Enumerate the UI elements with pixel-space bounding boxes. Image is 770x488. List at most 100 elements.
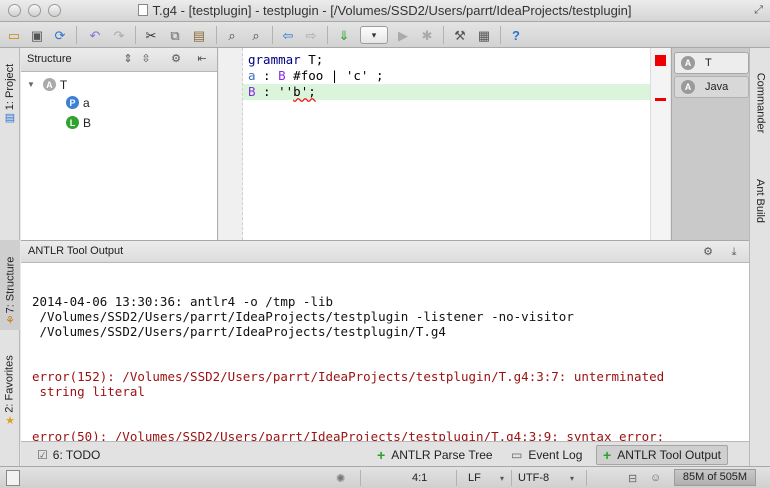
code-line-current: B : ''b'; (243, 84, 650, 100)
event-log-icon: ▭ (511, 448, 523, 462)
tree-node-label: a (83, 95, 90, 110)
inspector-icon[interactable]: ☺ (650, 470, 661, 486)
grammar-icon: A (42, 78, 56, 91)
bottom-tool-tabs: ☑ 6: TODO + ANTLR Parse Tree ▭ Event Log… (21, 441, 749, 466)
tab-favorites[interactable]: 2: Favorites (0, 344, 20, 424)
tab-java[interactable]: A Java (674, 76, 749, 98)
tab-antlr-tool-output[interactable]: + ANTLR Tool Output (596, 445, 729, 465)
structure-tab-icon: ⚘ (5, 315, 15, 327)
background-tasks-icon[interactable]: ✺ (336, 470, 345, 486)
find-icon[interactable]: ⌕ (223, 26, 241, 44)
tab-todo[interactable]: ☑ 6: TODO (31, 445, 106, 465)
hide-panel-icon[interactable]: ⇤ (195, 52, 209, 66)
plus-icon: + (377, 447, 386, 463)
copy-icon[interactable]: ⧉ (166, 26, 184, 44)
forward-icon[interactable]: ⇨ (302, 26, 320, 44)
debug-icon[interactable]: ✱ (418, 26, 436, 44)
tab-commander-label: Commander (754, 72, 767, 134)
expand-all-icon[interactable]: ⇕ (121, 52, 135, 66)
tree-node-b[interactable]: L B (66, 114, 91, 131)
tab-project-label: 1: Project (4, 63, 16, 111)
window-title: T.g4 - [testplugin] - testplugin - [/Vol… (152, 3, 632, 18)
status-separator (511, 470, 512, 486)
tree-node-a[interactable]: P a (66, 94, 90, 111)
status-bar: ✺ 4:1 LF ▾ UTF-8 ▾ ⊟ ☺ 85M of 505M (0, 466, 770, 488)
document-icon (138, 4, 149, 16)
lock-icon[interactable]: ⊟ (628, 470, 637, 486)
main-toolbar: ▭ ▣ ⟳ ↶ ↷ ✂ ⧉ ▤ ⌕ ⌕ ⇦ ⇨ ⇓ ▾ ▶ ✱ ⚒ ▦ ? (0, 22, 770, 48)
editor-gutter (219, 48, 243, 240)
code-text: : (255, 68, 279, 83)
output-error-line: error(152): /Volumes/SSD2/Users/parrt/Id… (32, 369, 665, 399)
line-separator[interactable]: LF (468, 470, 481, 486)
run-configuration-dropdown[interactable]: ▾ (360, 26, 388, 44)
cut-icon[interactable]: ✂ (142, 26, 160, 44)
error-stripe (650, 48, 670, 240)
left-tool-strip: 1: Project ▤ 7: Structure ⚘ 2: Favorites… (0, 48, 20, 466)
toggle-tool-windows-icon[interactable] (6, 470, 20, 486)
tab-label: Java (705, 81, 729, 93)
toolbar-separator (76, 26, 77, 44)
todo-icon: ☑ (37, 448, 48, 462)
expand-arrow-icon[interactable]: ▼ (27, 80, 35, 89)
paste-icon[interactable]: ▤ (190, 26, 208, 44)
tab-commander[interactable]: Commander (750, 58, 770, 148)
code-line: grammar T; (243, 52, 650, 68)
tab-event-log-label: Event Log (528, 448, 583, 462)
project-icon: ▤ (4, 112, 16, 124)
tab-antlr-parse-tree[interactable]: + ANTLR Parse Tree (371, 445, 499, 465)
settings-icon[interactable]: ⚒ (451, 26, 469, 44)
collapse-all-icon[interactable]: ⇳ (139, 52, 153, 66)
code-line: a : B #foo | 'c' ; (243, 68, 650, 84)
tab-structure-label: 7: Structure (4, 256, 17, 314)
antlr-tool-output-panel: ANTLR Tool Output ⚙ ⤓ 2014-04-06 13:30:3… (21, 240, 749, 459)
folder-icon[interactable]: ▭ (5, 26, 23, 44)
grammar-icon: A (681, 80, 695, 94)
help-icon[interactable]: ? (507, 26, 525, 44)
window-title-container: T.g4 - [testplugin] - testplugin - [/Vol… (0, 3, 770, 18)
memory-indicator[interactable]: 85M of 505M (674, 469, 756, 486)
chevron-down-icon[interactable]: ▾ (570, 470, 574, 486)
right-tool-strip: Commander Ant Build (749, 48, 770, 466)
chevron-down-icon[interactable]: ▾ (500, 470, 504, 486)
caret-position[interactable]: 4:1 (412, 470, 427, 486)
hide-panel-icon[interactable]: ⤓ (727, 245, 741, 259)
tab-event-log[interactable]: ▭ Event Log (505, 445, 588, 465)
tree-root-label: T (59, 77, 68, 92)
tab-ant-build[interactable]: Ant Build (750, 156, 770, 246)
build-icon[interactable]: ⇓ (335, 26, 353, 44)
file-encoding[interactable]: UTF-8 (518, 470, 549, 486)
status-separator (456, 470, 457, 486)
redo-icon[interactable]: ↷ (110, 26, 128, 44)
structure-icon[interactable]: ▦ (475, 26, 493, 44)
status-separator (586, 470, 587, 486)
output-panel-header: ANTLR Tool Output ⚙ ⤓ (21, 241, 749, 263)
gear-icon[interactable]: ⚙ (701, 245, 715, 259)
structure-panel-header: Structure ⇕ ⇳ ⚙ ⇤ (21, 48, 217, 72)
tab-t[interactable]: A T (674, 52, 749, 74)
code-rule: a (248, 68, 256, 83)
fullscreen-icon[interactable]: ⤢ (754, 4, 763, 17)
save-icon[interactable]: ▣ (28, 26, 46, 44)
code-text: : '' (255, 84, 294, 99)
code-editor[interactable]: grammar T; a : B #foo | 'c' ; B : ''b'; (243, 48, 650, 240)
code-text: #foo | 'c' ; (285, 68, 384, 83)
title-bar: T.g4 - [testplugin] - testplugin - [/Vol… (0, 0, 770, 22)
tab-ant-build-label: Ant Build (754, 178, 767, 224)
error-marker[interactable] (655, 98, 666, 101)
editor-tabs: A T A Java (671, 48, 749, 240)
back-icon[interactable]: ⇦ (279, 26, 297, 44)
error-status-icon[interactable] (655, 55, 666, 66)
lexer-rule-icon: L (66, 116, 79, 129)
code-token: B (278, 68, 286, 83)
replace-icon[interactable]: ⌕ (247, 26, 265, 44)
star-icon: ★ (5, 415, 15, 427)
sync-icon[interactable]: ⟳ (51, 26, 69, 44)
output-line: 2014-04-06 13:30:36: antlr4 -o /tmp -lib… (32, 294, 574, 339)
gear-icon[interactable]: ⚙ (169, 52, 183, 66)
tree-root-node[interactable]: ▼ A T (27, 76, 215, 93)
toolbar-separator (135, 26, 136, 44)
undo-icon[interactable]: ↶ (86, 26, 104, 44)
run-icon[interactable]: ▶ (394, 26, 412, 44)
grammar-icon: A (681, 56, 695, 70)
